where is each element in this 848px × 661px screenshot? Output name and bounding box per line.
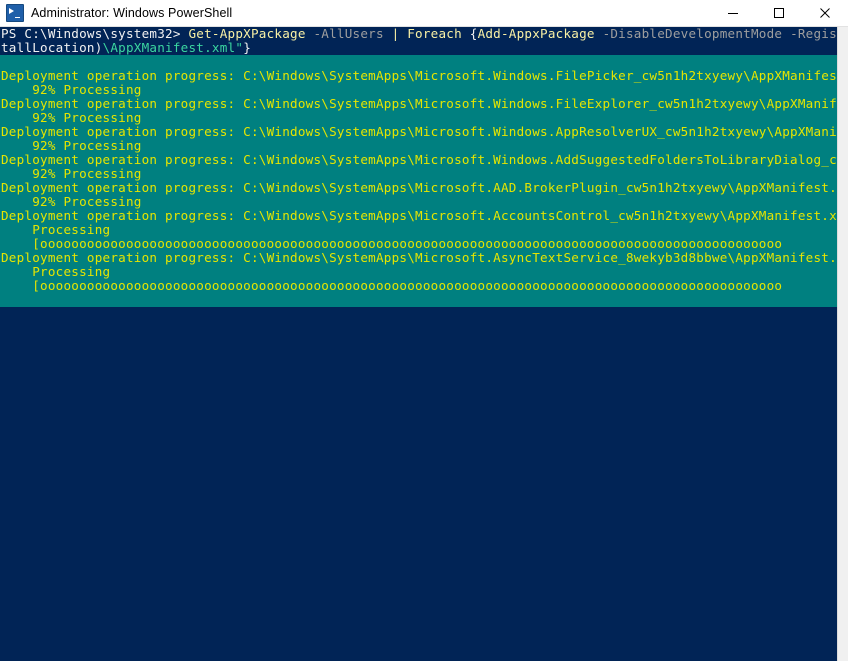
cmdlet-add-appxpackage: Add-AppxPackage [478,27,595,41]
cmdlet-get-appxpackage: Get-AppXPackage [189,27,306,41]
output-line: Deployment operation progress: C:\Window… [0,153,837,167]
param-disabledevelopmentmode: -DisableDevelopmentMode [603,27,783,41]
cmdlet-foreach: Foreach [407,27,462,41]
output-line: Deployment operation progress: C:\Window… [0,209,837,223]
progress-bar-line: [ooooooooooooooooooooooooooooooooooooooo… [0,237,837,251]
vertical-scrollbar[interactable] [837,27,848,661]
output-line: 92% Processing [0,167,837,181]
output-line: Deployment operation progress: C:\Window… [0,69,837,83]
output-line: Processing [0,223,837,237]
open-brace: { [470,27,478,41]
output-line: 92% Processing [0,139,837,153]
output-bottom-pad [0,293,837,307]
output-top-pad [0,55,837,69]
scrollbar-thumb[interactable] [838,27,848,661]
prompt-text: PS C:\Windows\system32> [1,27,189,41]
output-line: Processing [0,265,837,279]
command-region: PS C:\Windows\system32> Get-AppXPackage … [0,27,837,55]
command-line-2: tallLocation)\AppXManifest.xml"} [0,41,837,55]
close-brace: } [243,40,251,55]
window-title: Administrator: Windows PowerShell [31,6,232,20]
powershell-icon [6,4,24,22]
progress-bar-line: [ooooooooooooooooooooooooooooooooooooooo… [0,279,837,293]
command-line-1: PS C:\Windows\system32> Get-AppXPackage … [0,27,837,41]
output-line: 92% Processing [0,111,837,125]
output-line: 92% Processing [0,83,837,97]
output-line: 92% Processing [0,195,837,209]
console-area: PS C:\Windows\system32> Get-AppXPackage … [0,27,848,661]
string-installlocation-part2: tallLocation) [1,40,103,55]
maximize-button[interactable] [756,0,802,26]
param-register: -Register [790,27,837,41]
string-manifest-path: \AppXManifest.xml" [103,40,244,55]
output-line: Deployment operation progress: C:\Window… [0,97,837,111]
close-button[interactable] [802,0,848,26]
output-region: Deployment operation progress: C:\Window… [0,55,837,307]
console-screen[interactable]: PS C:\Windows\system32> Get-AppXPackage … [0,27,837,661]
param-allusers: -AllUsers [314,27,384,41]
powershell-window: Administrator: Windows PowerShell PS C:\… [0,0,848,661]
output-line: Deployment operation progress: C:\Window… [0,125,837,139]
output-line: Deployment operation progress: C:\Window… [0,181,837,195]
minimize-button[interactable] [710,0,756,26]
titlebar: Administrator: Windows PowerShell [0,0,848,27]
output-line: Deployment operation progress: C:\Window… [0,251,837,265]
